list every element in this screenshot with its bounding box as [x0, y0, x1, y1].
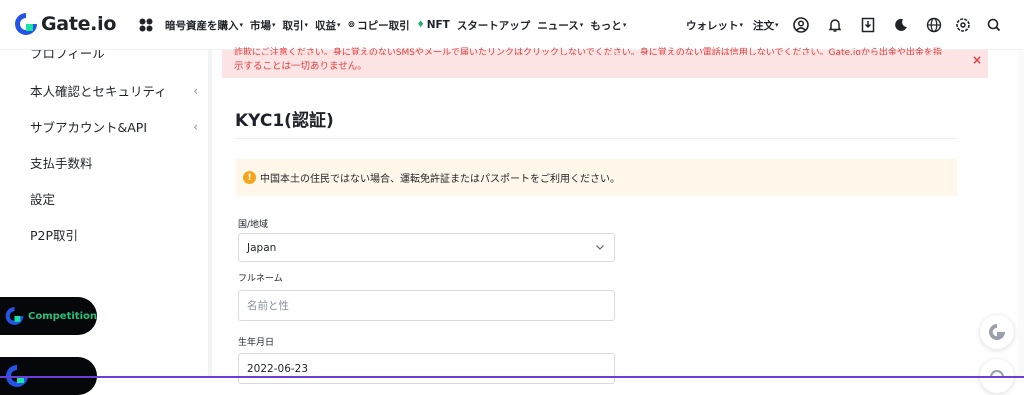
fullname-label: フルネーム	[238, 274, 283, 284]
chevron-down-icon: ▾	[739, 21, 744, 29]
nav-label: ニュース	[537, 19, 579, 32]
globe-icon[interactable]	[926, 17, 942, 33]
warning-icon: !	[243, 171, 256, 184]
dob-input[interactable]: 2022-06-23	[238, 353, 615, 384]
sidebar-item-label: プロフィール	[30, 50, 105, 60]
chevron-down-icon: ▾	[304, 21, 309, 29]
gate-assistant-button[interactable]	[980, 315, 1014, 349]
chevron-down-icon: ▾	[239, 21, 244, 29]
chevron-down-icon: ▾	[272, 21, 276, 29]
nav-news[interactable]: ニュース ▾	[537, 18, 583, 33]
search-icon[interactable]	[986, 17, 1002, 33]
sidebar-item-identity-security[interactable]: 本人確認とセキュリティ ‹	[30, 81, 198, 100]
nav-label: 注文	[753, 19, 775, 32]
sidebar-item-p2p[interactable]: P2P取引	[30, 225, 198, 244]
sidebar-item-subaccount-api[interactable]: サブアカウント&API ‹	[30, 117, 198, 136]
chevron-down-icon: ▾	[622, 21, 627, 29]
sidebar-item-label: サブアカウント&API	[30, 120, 148, 135]
dob-label: 生年月日	[238, 338, 275, 348]
page-title: KYC1(認証)	[235, 111, 334, 131]
nav-label: コピー取引	[357, 19, 410, 32]
sidebar-item-label: 支払手数料	[30, 156, 93, 171]
nav-startup[interactable]: スタートアップ	[457, 18, 531, 33]
notice-text: 中国本土の住民ではない場合、運転免許証またはパスポートをご利用ください。	[260, 174, 620, 185]
nav-more[interactable]: もっと ▾	[590, 18, 626, 33]
gate-logo[interactable]: Gate.io	[14, 12, 116, 36]
sidebar-item-label: P2P取引	[30, 228, 79, 243]
bell-icon[interactable]	[827, 17, 843, 33]
settings-icon[interactable]	[955, 17, 971, 33]
nft-icon: ♦	[416, 20, 425, 30]
scrollbar[interactable]	[1018, 50, 1024, 378]
chevron-down-icon	[596, 245, 604, 250]
nav-wallet[interactable]: ウォレット ▾	[686, 18, 743, 33]
competition-button[interactable]: Competition	[0, 297, 97, 335]
country-label: 国/地域	[238, 220, 269, 230]
divider	[235, 138, 957, 139]
close-icon[interactable]: ×	[972, 53, 982, 67]
sidebar-item-label: 本人確認とセキュリティ	[30, 84, 167, 99]
dob-value: 2022-06-23	[247, 362, 309, 375]
nav-label: ウォレット	[686, 19, 739, 32]
competition-label: Competition	[28, 310, 97, 322]
nav-trade[interactable]: 取引 ▾	[283, 18, 309, 33]
chevron-down-icon: ▾	[579, 21, 584, 29]
country-value: Japan	[247, 241, 277, 254]
nav-label: もっと	[590, 19, 622, 32]
nav-label: 収益	[315, 19, 337, 32]
fullname-input[interactable]: 名前と性	[238, 290, 615, 321]
top-navigation-bar: Gate.io 暗号資産を購入 ▾ 市場 ▾ 取引 ▾ 収益 ▾ ⊚ コピー取引 ♦ NFT…	[0, 0, 1024, 50]
nav-orders[interactable]: 注文 ▾	[753, 18, 779, 33]
nav-label: スタートアップ	[456, 19, 531, 32]
account-sidebar: プロフィール 本人確認とセキュリティ ‹ サブアカウント&API ‹ 支払手数料…	[0, 50, 212, 395]
user-profile-icon[interactable]	[793, 17, 809, 33]
residency-notice: ! 中国本土の住民ではない場合、運転免許証またはパスポートをご利用ください。	[236, 159, 957, 196]
download-icon[interactable]	[860, 17, 876, 33]
nav-label: 暗号資産を購入	[165, 19, 239, 32]
main-nav: 暗号資産を購入 ▾ 市場 ▾ 取引 ▾ 収益 ▾ ⊚ コピー取引 ♦ NFT スタートアップ…	[165, 0, 633, 50]
gate-logo-icon	[15, 13, 38, 35]
gate-logo-icon	[5, 307, 25, 325]
account-nav: ウォレット ▾ 注文 ▾	[686, 0, 786, 50]
nav-label: 取引	[282, 19, 304, 32]
scam-warning-banner: 詐欺にご注意ください。身に覚えのないSMSやメールで届いたリンクはクリックしない…	[222, 48, 988, 78]
chevron-down-icon: ▾	[775, 21, 779, 29]
nav-nft[interactable]: ♦ NFT	[417, 19, 450, 31]
sidebar-item-fees[interactable]: 支払手数料	[30, 153, 198, 172]
nav-markets[interactable]: 市場 ▾	[250, 18, 276, 33]
nav-copy-trading[interactable]: ⊚ コピー取引	[348, 18, 410, 33]
nav-earn[interactable]: 収益 ▾	[315, 18, 341, 33]
chevron-down-icon: ▾	[337, 21, 341, 29]
country-select[interactable]: Japan	[238, 233, 615, 262]
apps-grid-icon[interactable]	[139, 18, 153, 32]
brand-name: Gate.io	[41, 13, 117, 35]
sidebar-item-settings[interactable]: 設定	[30, 189, 198, 208]
sidebar-item-label: 設定	[30, 192, 56, 207]
nav-label: NFT	[426, 19, 450, 31]
fullname-placeholder: 名前と性	[247, 300, 289, 312]
chevron-left-icon: ‹	[193, 119, 198, 134]
alert-text-line1: 詐欺にご注意ください。身に覚えのないSMSやメールで届いたリンクはクリックしない…	[234, 48, 942, 55]
theme-toggle-icon[interactable]	[893, 17, 909, 33]
nav-buy-crypto[interactable]: 暗号資産を購入 ▾	[165, 18, 243, 33]
copy-icon: ⊚	[347, 20, 356, 30]
nav-label: 市場	[250, 19, 272, 32]
sidebar-item-profile[interactable]: プロフィール	[30, 50, 105, 60]
gate-logo-icon	[989, 323, 1006, 340]
chevron-left-icon: ‹	[193, 83, 198, 98]
kyc-main-content: 詐欺にご注意ください。身に覚えのないSMSやメールで届いたリンクはクリックしない…	[222, 48, 992, 384]
alert-text-line2: 示することは一切ありません。	[234, 61, 367, 72]
